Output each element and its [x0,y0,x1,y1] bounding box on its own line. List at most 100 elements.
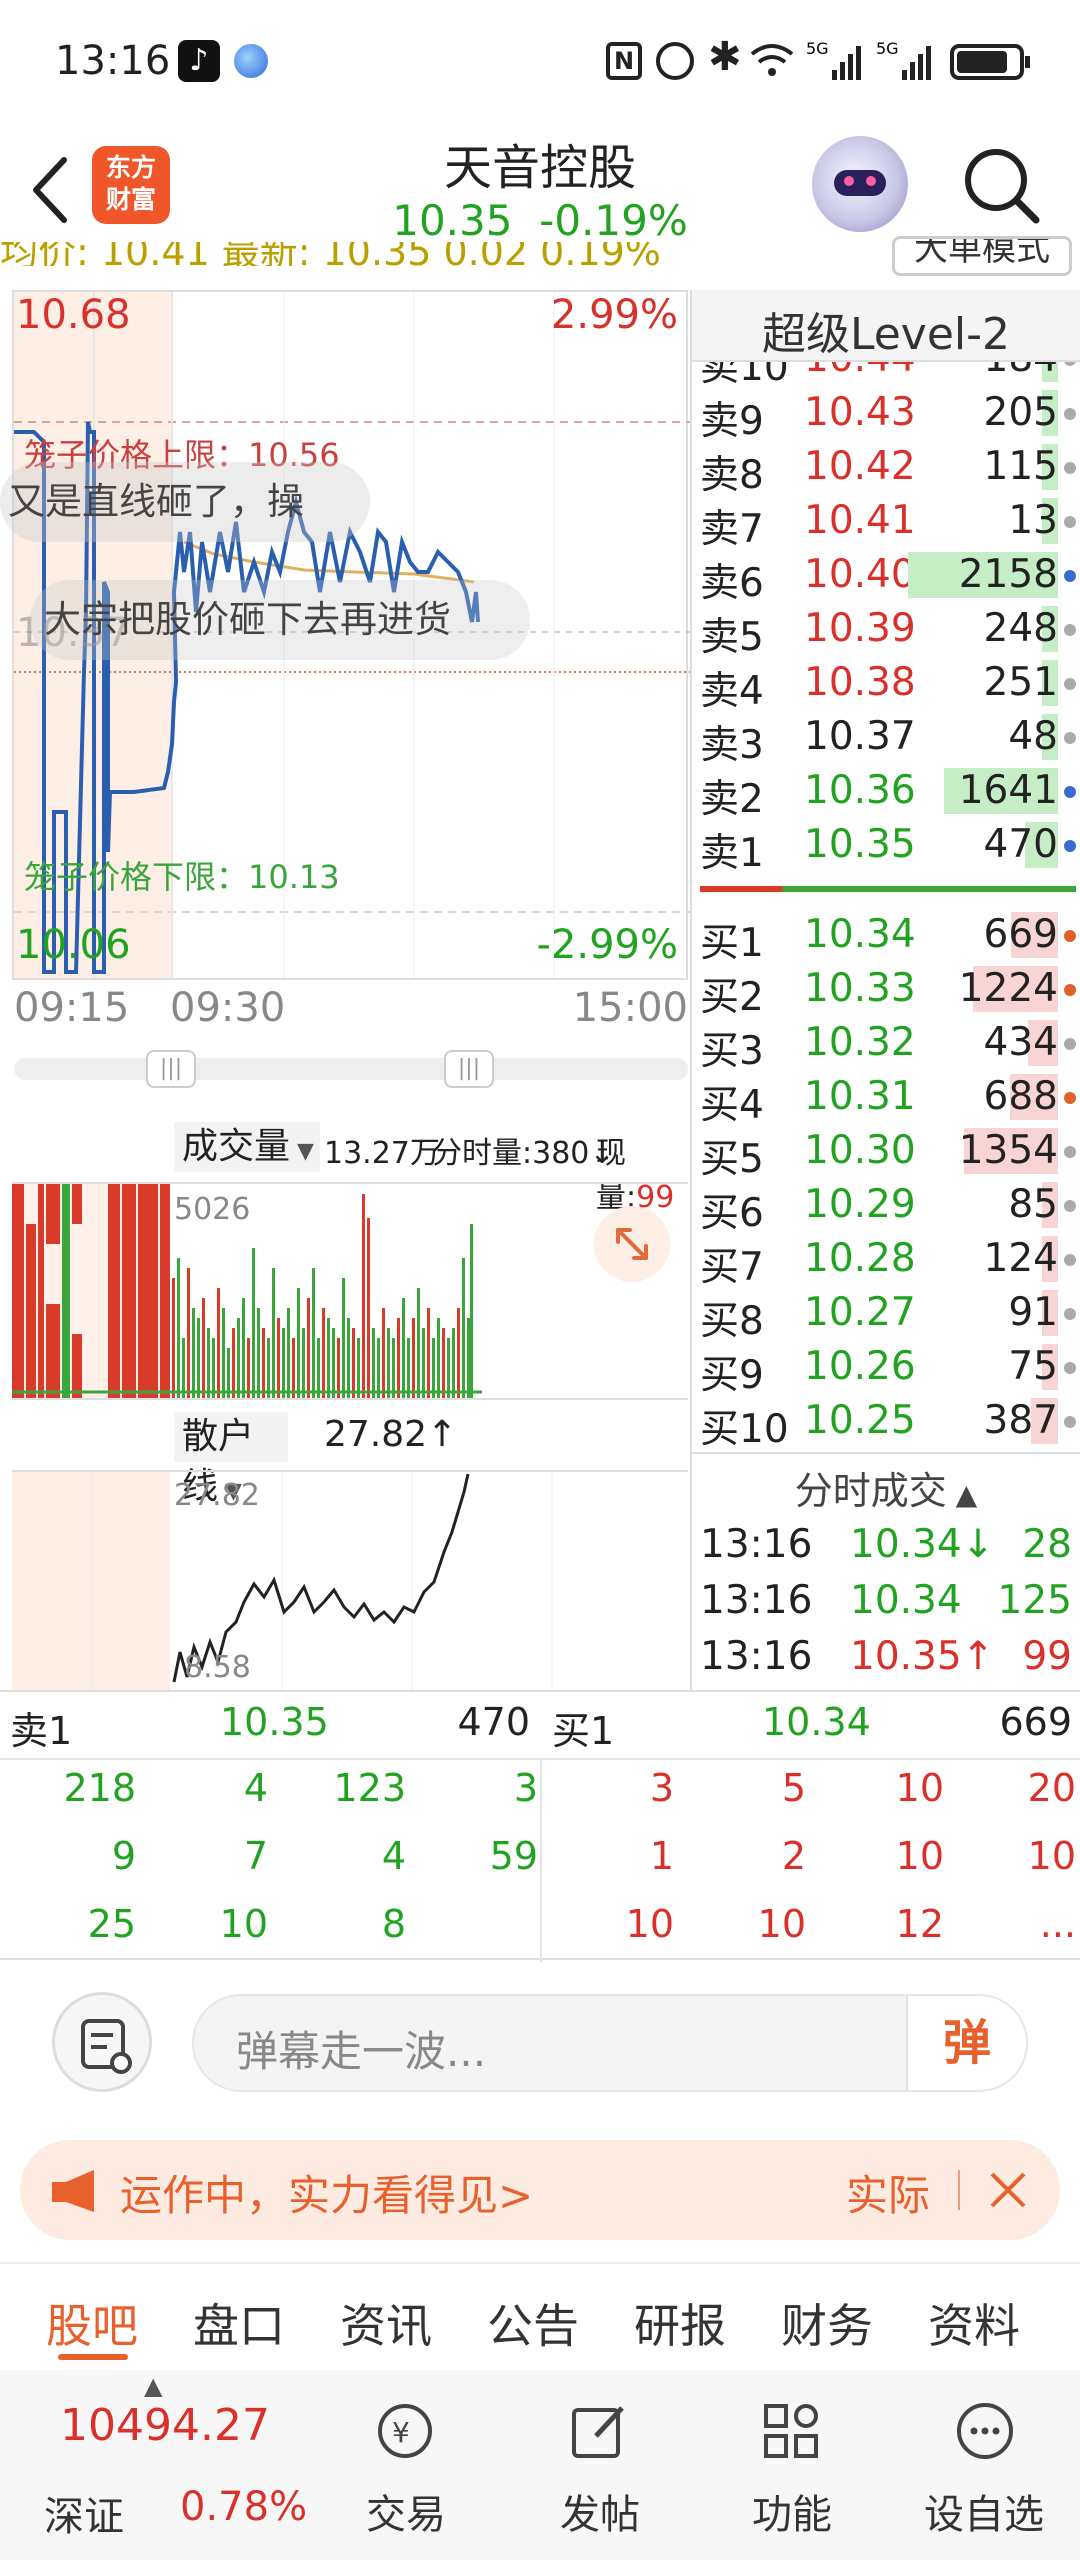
queue-buy-cell: ... [1039,1902,1076,1946]
alarm-icon [656,42,694,80]
sell-label: 卖3 [700,723,764,768]
search-button[interactable] [960,144,1042,226]
volume-total: 13.27万 [324,1136,440,1171]
retail-value: 27.82↑ [324,1414,458,1455]
tab-0[interactable]: 股吧 [46,2290,138,2360]
buy-label: 买9 [700,1353,764,1398]
danmu-input[interactable]: 弹幕走一波... 弹 [192,1994,1028,2092]
nav-functions[interactable]: 功能 [712,2482,872,2540]
sell-row[interactable]: 卖6 10.40 2158 [692,548,1080,606]
status-bar: 13:16 ♪ N ✱ 5G 5G [0,0,1080,120]
buy-row[interactable]: 买7 10.28 124 [692,1232,1080,1290]
more-icon[interactable] [954,2400,1016,2462]
stock-price: 10.35 [392,196,513,245]
danmu-send-button[interactable]: 弹 [906,1996,1026,2090]
sell-marker [1064,732,1076,744]
megaphone-icon [50,2166,106,2216]
sell-volume: 1641 [958,768,1058,813]
buy-price: 10.32 [804,1020,916,1065]
index-value[interactable]: 10494.27 [60,2400,270,2451]
sell-row[interactable]: 卖8 10.42 115 [692,440,1080,498]
status-time: 13:16 [55,38,171,84]
trade-volume: 125 [997,1578,1072,1623]
trade-volume: 99 [1022,1634,1072,1679]
buy-price: 10.31 [804,1074,916,1119]
sell-marker [1064,362,1076,366]
buy-row[interactable]: 买4 10.31 688 [692,1070,1080,1128]
sell-row[interactable]: 卖7 10.41 13 [692,494,1080,552]
buy-row[interactable]: 买10 10.25 387 [692,1394,1080,1452]
tab-3[interactable]: 公告 [487,2290,579,2356]
nav-trade[interactable]: 交易 [326,2482,486,2540]
buy-row[interactable]: 买9 10.26 75 [692,1340,1080,1398]
volume-panel: 5026 [12,1182,688,1400]
queue-buy-cell: 5 [781,1766,806,1810]
trades-title[interactable]: 分时成交 ▲ [692,1460,1080,1515]
tiktok-icon: ♪ [178,40,220,82]
tab-2[interactable]: 资讯 [340,2290,432,2356]
assistant-avatar[interactable] [812,136,908,232]
sell-row[interactable]: 卖1010.44184 [692,362,1080,390]
news-ticker[interactable]: 运作中，实力看得见> 实际 [20,2140,1060,2240]
nav-add-watchlist[interactable]: 设自选 [904,2482,1064,2540]
mode-button-label: 大单模式 [914,236,1050,269]
sell-row[interactable]: 卖4 10.38 251 [692,656,1080,714]
buy-price: 10.25 [804,1398,916,1443]
buy-row[interactable]: 买5 10.30 1354 [692,1124,1080,1182]
sell-price: 10.42 [804,444,916,489]
sell-volume: 13 [1008,498,1058,543]
cage-lower-label: 笼子价格下限：10.13 [24,858,340,896]
ticker-separator [958,2170,960,2210]
danmu-text-2: 大宗把股价砸下去再进货 [44,598,451,641]
buy-row[interactable]: 买2 10.33 1224 [692,962,1080,1020]
compose-icon[interactable] [568,2400,630,2462]
sell-row[interactable]: 卖5 10.39 248 [692,602,1080,660]
buy-row[interactable]: 买3 10.32 434 [692,1016,1080,1074]
sell-row[interactable]: 卖9 10.43 205 [692,386,1080,444]
queue-buy-price: 10.34 [762,1700,871,1744]
trade-icon[interactable]: ¥ [374,2400,436,2462]
sell-label: 卖9 [700,399,764,444]
trade-time: 13:16 [700,1578,813,1623]
range-slider-handle-right[interactable]: ||| [444,1050,494,1088]
sell-row[interactable]: 卖1 10.35 470 [692,818,1080,876]
tab-4[interactable]: 研报 [634,2290,726,2356]
range-slider-handle-left[interactable]: ||| [146,1050,196,1088]
volume-bars [12,1184,482,1398]
danmu-settings-button[interactable] [52,1992,152,2092]
close-icon[interactable] [980,2162,1036,2218]
danmu-bubble-2: 大宗把股价砸下去再进货 [30,580,530,660]
tab-6[interactable]: 资料 [928,2290,1020,2356]
danmu-text-1: 又是直线砸了，操 [8,480,304,523]
buy-row[interactable]: 买8 10.27 91 [692,1286,1080,1344]
tab-active-indicator [58,2354,128,2360]
sell-label: 卖8 [700,453,764,498]
ticker-action[interactable]: 实际 [846,2162,930,2223]
buy-marker [1064,1200,1076,1212]
tab-5[interactable]: 财务 [781,2290,873,2356]
sell-row[interactable]: 卖3 10.37 48 [692,710,1080,768]
expand-button[interactable] [594,1206,670,1282]
buy-marker [1064,1092,1076,1104]
tab-1[interactable]: 盘口 [193,2290,285,2356]
range-slider-track[interactable] [14,1058,688,1080]
grid-icon[interactable] [760,2400,822,2462]
level2-title-box[interactable]: 超级Level-2 [692,290,1080,362]
trade-price: 10.35↑ [850,1634,995,1679]
buy-price: 10.26 [804,1344,916,1389]
sell-label: 卖7 [700,507,764,552]
mode-button[interactable]: 大单模式 [892,236,1072,276]
buy-row[interactable]: 买6 10.29 85 [692,1178,1080,1236]
nav-post[interactable]: 发帖 [520,2482,680,2540]
buy-price: 10.27 [804,1290,916,1335]
volume-selector[interactable]: 成交量 ▼ [174,1122,320,1172]
queue-buy-cell: 1 [649,1834,674,1878]
order-book-divider-line [692,1452,1080,1454]
buy-volume: 85 [1008,1182,1058,1227]
retail-selector[interactable]: 散户线 ▼ [174,1412,288,1507]
bluetooth-icon: ✱ [708,34,742,80]
sell-marker [1064,840,1076,852]
sell-label: 卖2 [700,777,764,822]
buy-row[interactable]: 买1 10.34 669 [692,908,1080,966]
sell-row[interactable]: 卖2 10.36 1641 [692,764,1080,822]
